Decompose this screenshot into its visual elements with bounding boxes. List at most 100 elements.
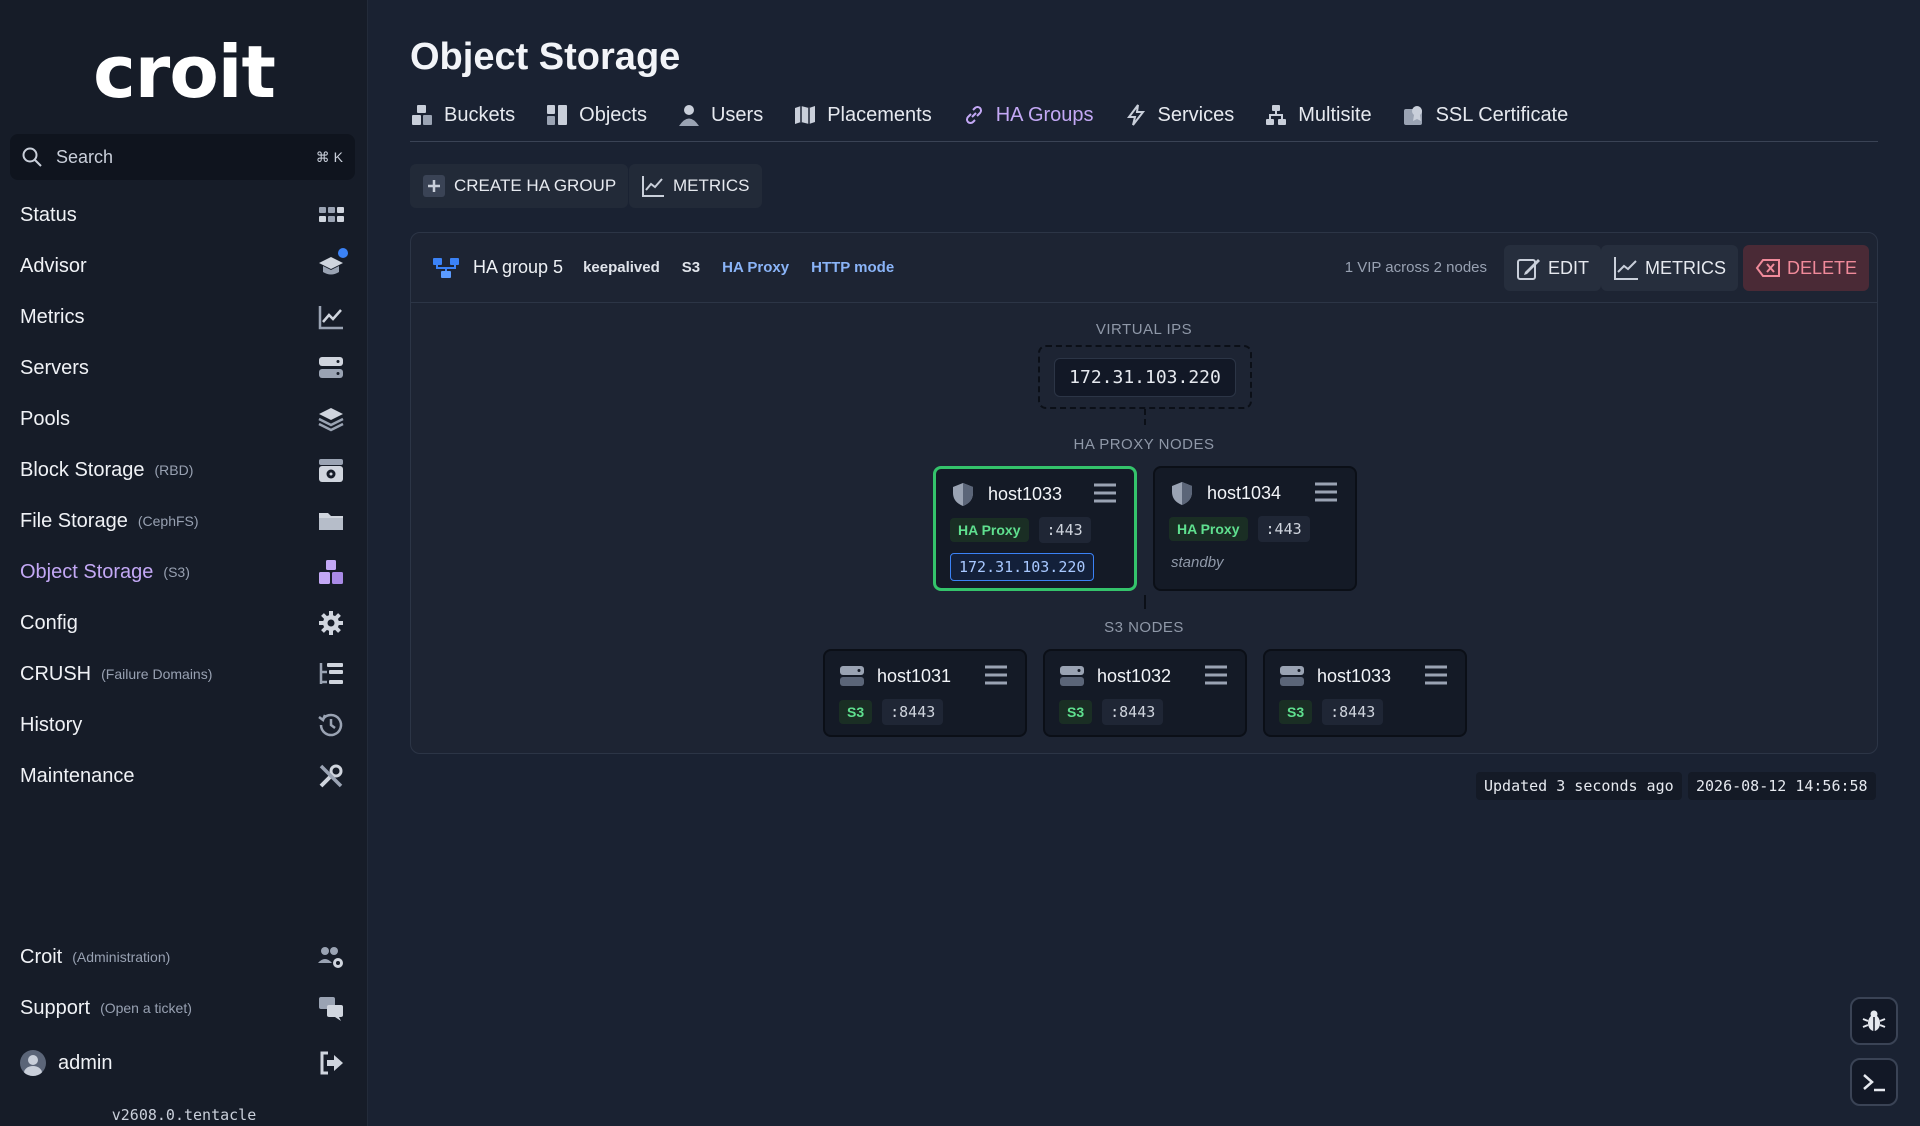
- connector-line: [1144, 595, 1146, 609]
- node-menu-button[interactable]: [1092, 481, 1118, 505]
- user-icon: [678, 105, 699, 126]
- tab-buckets[interactable]: Buckets: [410, 98, 515, 132]
- tag-s3: S3: [681, 259, 701, 276]
- sidebar-item-block-storage[interactable]: Block Storage (RBD): [0, 445, 368, 495]
- app-version: v2608.0.tentacle: [111, 1106, 257, 1124]
- tab-services[interactable]: Services: [1124, 98, 1234, 132]
- sidebar-item-file-storage[interactable]: File Storage (CephFS): [0, 496, 368, 546]
- tab-ssl-certificate[interactable]: SSL Certificate: [1402, 98, 1568, 132]
- tab-objects[interactable]: Objects: [545, 98, 647, 132]
- role-badge: S3: [1059, 700, 1093, 724]
- node-header: host1032: [1059, 663, 1171, 689]
- tag-ha-proxy: HA Proxy: [722, 259, 790, 276]
- layers-icon: [316, 405, 346, 433]
- user-profile[interactable]: admin: [0, 1038, 368, 1088]
- boxes-icon: [412, 105, 432, 125]
- sidebar-item-object-storage[interactable]: Object Storage (S3): [0, 547, 368, 597]
- tab-label: Placements: [827, 103, 932, 126]
- role-badge: HA Proxy: [1169, 517, 1248, 541]
- sidebar-item-label: File Storage: [20, 509, 128, 532]
- sidebar-item-servers[interactable]: Servers: [0, 343, 368, 393]
- tab-label: Objects: [579, 103, 647, 126]
- node-info-row: HA Proxy :443: [1169, 516, 1310, 542]
- role-badge: S3: [839, 700, 873, 724]
- node-menu-button[interactable]: [1203, 663, 1229, 687]
- search-input[interactable]: Search ⌘ K: [10, 134, 355, 180]
- s3-node-host1032[interactable]: host1032 S3 :8443: [1043, 649, 1247, 737]
- ha-proxy-node-host1033[interactable]: host1033 HA Proxy :443 172.31.103.220: [933, 466, 1137, 591]
- updated-timestamp: 2026-08-12 14:56:58: [1688, 772, 1876, 800]
- sidebar-item-pools[interactable]: Pools: [0, 394, 368, 444]
- vip-summary: 1 VIP across 2 nodes: [1344, 259, 1487, 276]
- sitemap-icon: [1266, 105, 1287, 125]
- sidebar-item-label: Metrics: [20, 305, 85, 328]
- boxes-icon: [316, 558, 346, 586]
- sidebar-item-maintenance[interactable]: Maintenance: [0, 751, 368, 801]
- node-info-row: HA Proxy :443: [950, 517, 1091, 543]
- sidebar-item-support[interactable]: Support (Open a ticket): [0, 983, 368, 1033]
- node-menu-button[interactable]: [1313, 480, 1339, 504]
- node-header: host1034: [1169, 480, 1281, 506]
- node-hostname: host1031: [877, 665, 952, 686]
- node-hostname: host1034: [1207, 482, 1282, 503]
- terminal-button[interactable]: [1850, 1058, 1898, 1106]
- node-port: :8443: [882, 699, 944, 725]
- sidebar-item-label: Croit: [20, 945, 63, 968]
- sidebar-item-history[interactable]: History: [0, 700, 368, 750]
- edit-icon: [1517, 259, 1540, 280]
- map-icon: [795, 106, 816, 124]
- node-info-row: S3 :8443: [1279, 699, 1384, 725]
- line-chart-icon: [1614, 257, 1638, 280]
- tab-multisite[interactable]: Multisite: [1264, 98, 1372, 132]
- node-menu-button[interactable]: [983, 663, 1009, 687]
- bug-report-button[interactable]: [1850, 997, 1898, 1045]
- tab-placements[interactable]: Placements: [793, 98, 932, 132]
- sidebar-item-status[interactable]: Status: [0, 190, 368, 240]
- terminal-icon: [1863, 1074, 1885, 1092]
- folder-icon: [316, 507, 346, 535]
- group-metrics-button[interactable]: METRICS: [1601, 245, 1738, 291]
- notification-dot: [338, 248, 348, 258]
- node-info-row: S3 :8443: [839, 699, 944, 725]
- sidebar-item-label: Config: [20, 611, 78, 634]
- tab-ha-groups[interactable]: HA Groups: [962, 98, 1094, 132]
- sidebar-item-croit-admin[interactable]: Croit (Administration): [0, 932, 368, 982]
- s3-node-host1031[interactable]: host1031 S3 :8443: [823, 649, 1027, 737]
- virtual-ip-container: 172.31.103.220: [1038, 345, 1252, 409]
- edit-button[interactable]: EDIT: [1504, 245, 1602, 291]
- ha-proxy-node-host1034[interactable]: host1034 HA Proxy :443 standby: [1153, 466, 1357, 591]
- sidebar-item-config[interactable]: Config: [0, 598, 368, 648]
- node-port: :8443: [1322, 699, 1384, 725]
- tab-label: Multisite: [1298, 103, 1372, 126]
- node-menu-button[interactable]: [1423, 663, 1449, 687]
- tab-users[interactable]: Users: [677, 98, 763, 132]
- tools-icon: [316, 762, 346, 790]
- username: admin: [58, 1051, 113, 1074]
- page-title: Object Storage: [410, 36, 681, 78]
- croit-logo[interactable]: croit: [0, 30, 368, 114]
- sidebar-item-advisor[interactable]: Advisor: [0, 241, 368, 291]
- sidebar-item-crush[interactable]: CRUSH (Failure Domains): [0, 649, 368, 699]
- dashboard-icon: [316, 201, 346, 229]
- logout-icon[interactable]: [316, 1049, 346, 1077]
- sidebar-item-label: Support: [20, 996, 91, 1019]
- node-header: host1033: [950, 481, 1062, 507]
- tree-list-icon: [316, 660, 346, 688]
- node-state: standby: [1171, 554, 1224, 571]
- hamburger-menu-icon: [1094, 483, 1116, 503]
- disk-icon: [316, 456, 346, 484]
- tab-label: Users: [710, 103, 764, 126]
- sidebar-item-metrics[interactable]: Metrics: [0, 292, 368, 342]
- s3-nodes-heading: S3 NODES: [1104, 619, 1184, 636]
- delete-button[interactable]: DELETE: [1743, 245, 1870, 291]
- metrics-button[interactable]: METRICS: [629, 164, 762, 208]
- ha-group-header: HA group 5 keepalived S3 HA Proxy HTTP m…: [411, 233, 1877, 303]
- virtual-ip[interactable]: 172.31.103.220: [1054, 357, 1236, 397]
- shield-icon: [953, 483, 973, 506]
- avatar: [20, 1050, 46, 1076]
- s3-node-host1033[interactable]: host1033 S3 :8443: [1263, 649, 1467, 737]
- sidebar-item-label: Status: [20, 203, 77, 226]
- create-ha-group-button[interactable]: CREATE HA GROUP: [410, 164, 629, 208]
- create-ha-group-label: CREATE HA GROUP: [454, 176, 617, 195]
- node-header: host1031: [839, 663, 951, 689]
